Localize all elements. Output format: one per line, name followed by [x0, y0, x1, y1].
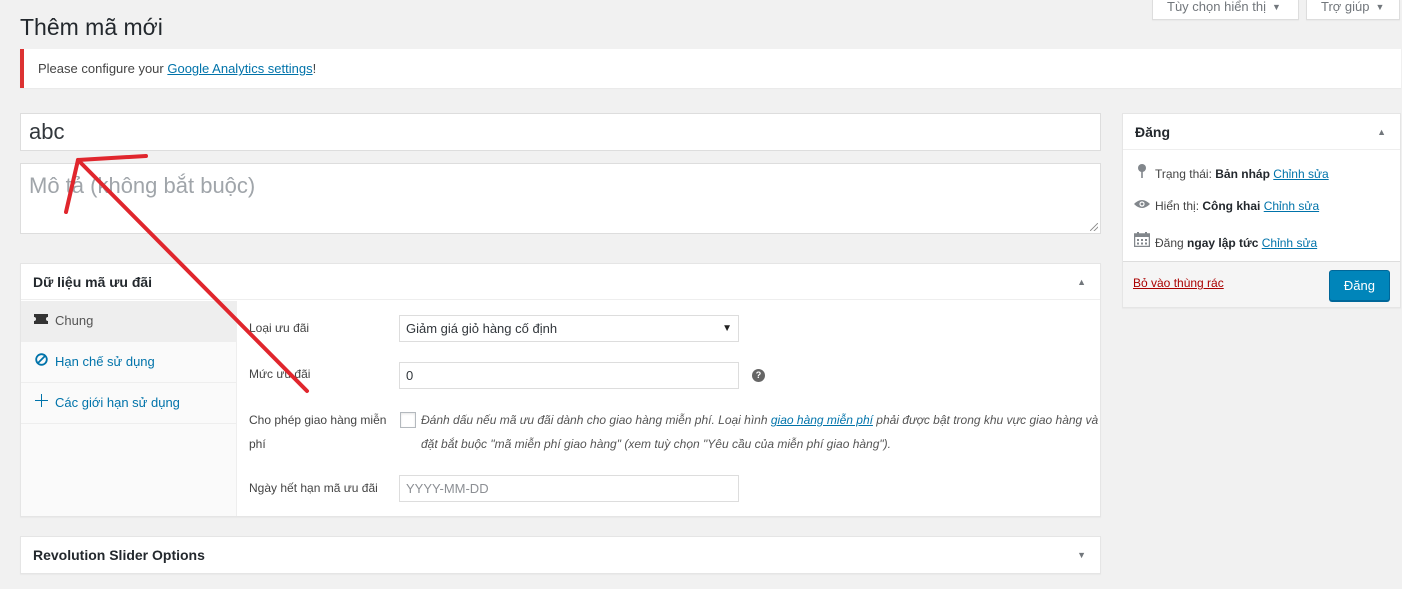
- publish-header[interactable]: Đăng ▲: [1123, 114, 1400, 150]
- coupon-data-box: Dữ liệu mã ưu đãi ▲ Chung Hạn chế sử dụn…: [20, 263, 1101, 517]
- description-placeholder: Mô tả (không bắt buộc): [29, 173, 256, 198]
- discount-type-label: Loại ưu đãi: [249, 321, 310, 335]
- amount-input[interactable]: 0: [399, 362, 739, 389]
- revslider-box: Revolution Slider Options ▼: [20, 536, 1101, 574]
- visibility-row: Hiển thị: Công khai Chỉnh sửa: [1133, 198, 1319, 214]
- notice-text: Please configure your: [38, 61, 168, 76]
- expiry-placeholder: YYYY-MM-DD: [406, 481, 489, 496]
- schedule-row: Đăng ngay lập tức Chỉnh sửa: [1133, 232, 1317, 251]
- block-icon: [33, 342, 49, 382]
- expiry-label: Ngày hết hạn mã ưu đãi: [249, 481, 378, 495]
- tab-general[interactable]: Chung: [21, 301, 236, 342]
- publish-actions: Bỏ vào thùng rác Đăng: [1123, 261, 1400, 307]
- chevron-down-icon: ▼: [1375, 2, 1385, 12]
- resize-handle-icon[interactable]: [1090, 223, 1098, 231]
- description-textarea[interactable]: Mô tả (không bắt buộc): [20, 163, 1101, 234]
- visibility-value: Công khai: [1202, 199, 1261, 213]
- collapse-up-icon[interactable]: ▲: [1077, 264, 1086, 300]
- help-label: Trợ giúp: [1321, 0, 1370, 14]
- calendar-icon: [1133, 232, 1151, 251]
- free-shipping-checkbox[interactable]: [400, 412, 416, 428]
- chevron-down-icon: ▼: [1272, 2, 1281, 12]
- eye-icon: [1133, 198, 1151, 214]
- publish-button[interactable]: Đăng: [1328, 270, 1390, 301]
- tab-label: Các giới hạn sử dụng: [55, 395, 180, 410]
- move-to-trash-link[interactable]: Bỏ vào thùng rác: [1133, 276, 1224, 290]
- status-value: Bản nháp: [1215, 167, 1270, 181]
- revslider-header[interactable]: Revolution Slider Options ▼: [21, 537, 1100, 573]
- admin-notice: Please configure your Google Analytics s…: [20, 49, 1401, 88]
- free-shipping-link[interactable]: giao hàng miễn phí: [771, 413, 873, 427]
- amount-label: Mức ưu đãi: [249, 367, 311, 381]
- notice-suffix: !: [312, 61, 317, 76]
- pin-icon: [1133, 164, 1151, 182]
- expiry-date-input[interactable]: YYYY-MM-DD: [399, 475, 739, 502]
- discount-type-select[interactable]: Giảm giá giỏ hàng cố định ▼: [399, 315, 739, 342]
- revslider-title: Revolution Slider Options: [33, 547, 205, 563]
- desc-before: Đánh dấu nếu mã ưu đãi dành cho giao hàn…: [421, 413, 771, 427]
- schedule-label: Đăng: [1155, 236, 1188, 250]
- help-tab[interactable]: Trợ giúp ▼: [1306, 0, 1400, 20]
- schedule-value: ngay lập tức: [1187, 236, 1259, 250]
- free-shipping-description: Đánh dấu nếu mã ưu đãi dành cho giao hàn…: [421, 408, 1101, 456]
- coupon-data-header[interactable]: Dữ liệu mã ưu đãi ▲: [21, 264, 1100, 300]
- ga-settings-link[interactable]: Google Analytics settings: [167, 61, 312, 76]
- screen-options-label: Tùy chọn hiển thị: [1167, 0, 1267, 14]
- edit-status-link[interactable]: Chỉnh sửa: [1273, 167, 1328, 181]
- screen-options-tab[interactable]: Tùy chọn hiển thị ▼: [1152, 0, 1299, 20]
- coupon-code-input[interactable]: abc: [20, 113, 1101, 151]
- tab-label: Hạn chế sử dụng: [55, 354, 155, 369]
- chevron-down-icon: ▼: [722, 323, 732, 334]
- collapse-down-icon[interactable]: ▼: [1077, 537, 1086, 573]
- ticket-icon: [33, 301, 49, 341]
- status-row: Trạng thái: Bản nháp Chỉnh sửa: [1133, 164, 1329, 182]
- tab-usage-limits[interactable]: Các giới hạn sử dụng: [21, 383, 236, 424]
- discount-type-value: Giảm giá giỏ hàng cố định: [406, 321, 558, 336]
- edit-schedule-link[interactable]: Chỉnh sửa: [1262, 236, 1317, 250]
- help-icon[interactable]: ?: [752, 369, 765, 382]
- collapse-up-icon[interactable]: ▲: [1377, 114, 1386, 150]
- tab-label: Chung: [55, 313, 94, 328]
- free-shipping-label: Cho phép giao hàng miễn phí: [249, 413, 387, 451]
- publish-title: Đăng: [1135, 124, 1170, 140]
- visibility-label: Hiển thị:: [1155, 199, 1203, 213]
- edit-visibility-link[interactable]: Chỉnh sửa: [1264, 199, 1319, 213]
- publish-box: Đăng ▲ Trạng thái: Bản nháp Chỉnh sửa Hi…: [1122, 113, 1401, 308]
- tab-usage-restriction[interactable]: Hạn chế sử dụng: [21, 342, 236, 383]
- plus-icon: [33, 383, 49, 423]
- page-title: Thêm mã mới: [20, 14, 163, 40]
- status-label: Trạng thái:: [1155, 167, 1216, 181]
- coupon-tabs: Chung Hạn chế sử dụng Các giới hạn sử dụ…: [21, 301, 237, 516]
- coupon-data-title: Dữ liệu mã ưu đãi: [33, 274, 153, 290]
